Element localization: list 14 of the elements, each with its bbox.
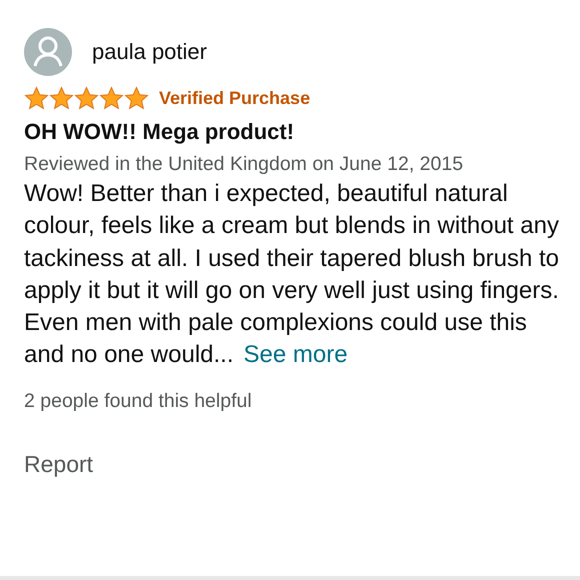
review-text: Wow! Better than i expected, beautiful natural colour, feels like a cream but blends in without any tackiness at all. I used their tapered blush brush to apply it but it will go on very well just using fingers. Even men with pale complexions could use this and no one would... See more (24, 179, 560, 370)
star-icon (124, 86, 149, 110)
avatar-icon (24, 28, 72, 76)
helpful-count: 2 people found this helpful (24, 390, 253, 413)
review-date: Reviewed in the United Kingdom on June 12, 2015 (24, 153, 464, 176)
star-icon (99, 86, 124, 110)
star-icon (49, 86, 74, 110)
report-link[interactable]: Report (24, 450, 94, 478)
reviewer-name: paula potier (92, 39, 207, 65)
see-more-link[interactable]: See more (244, 341, 348, 368)
review-title: OH WOW!! Mega product! (24, 119, 296, 145)
verified-purchase-label: Verified Purchase (159, 88, 310, 108)
star-icon (24, 86, 49, 110)
star-icon (74, 86, 99, 110)
